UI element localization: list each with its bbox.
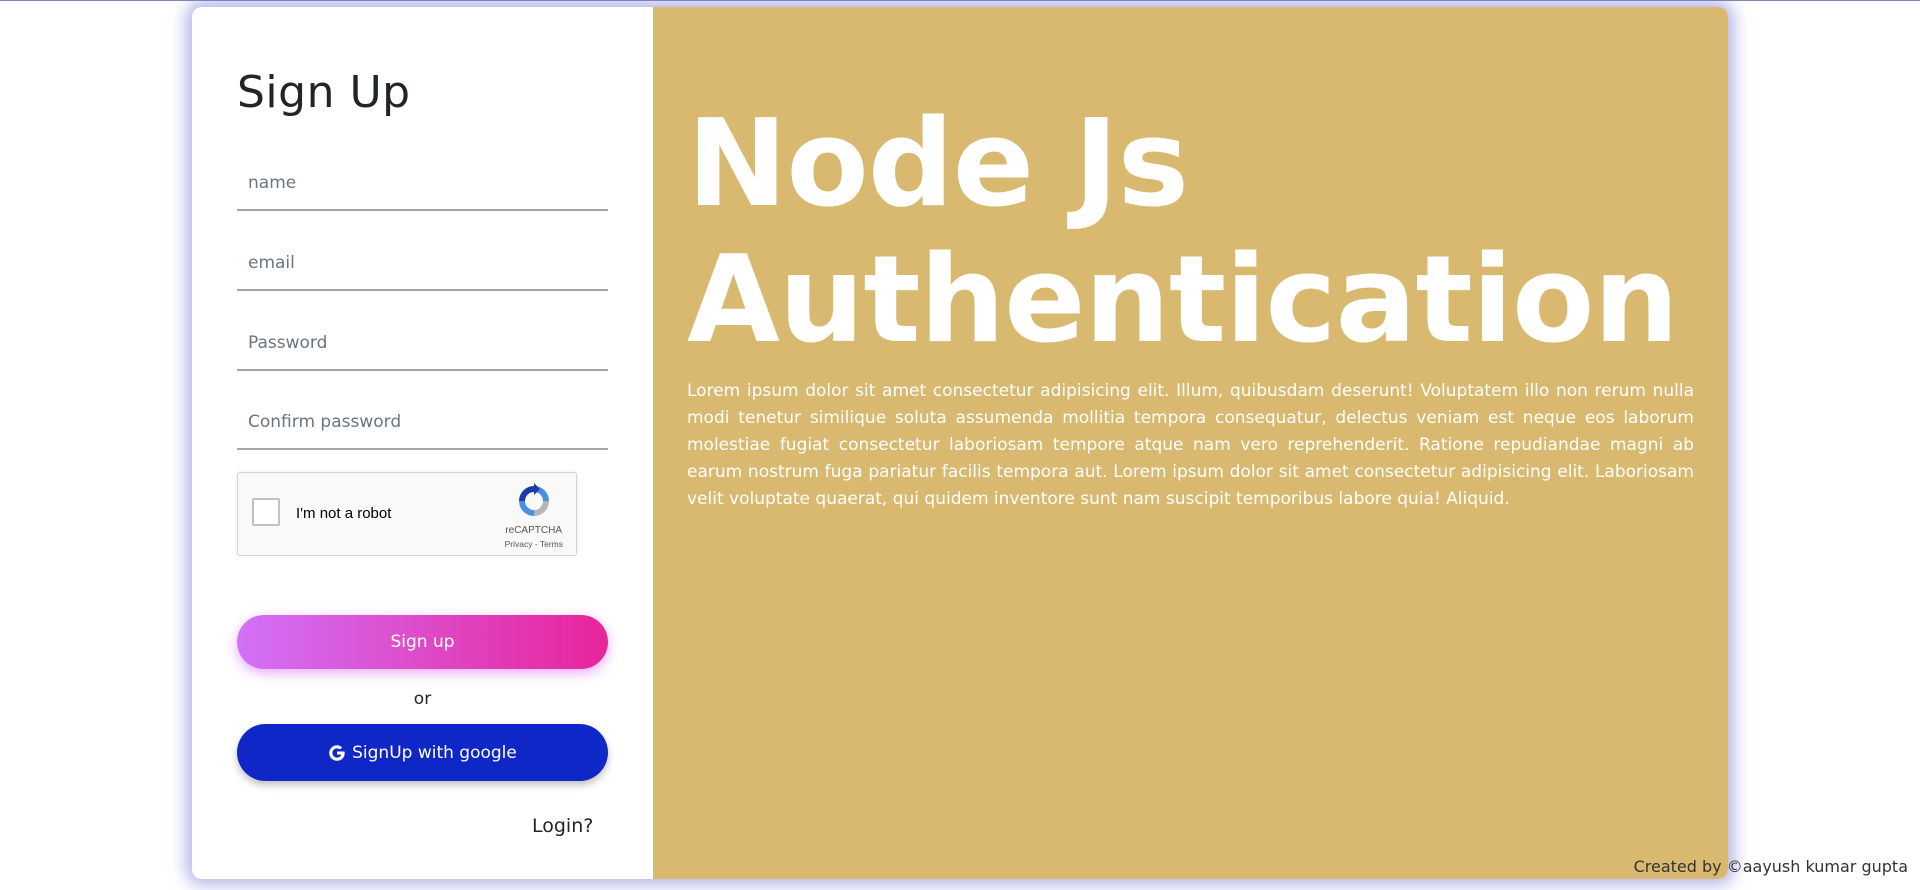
confirm-password-field-container (237, 396, 608, 450)
confirm-password-input[interactable] (237, 396, 608, 448)
name-input[interactable] (237, 157, 608, 209)
footer-credit: Created by ©aayush kumar gupta (1633, 857, 1908, 876)
login-link[interactable]: Login? (532, 815, 593, 837)
recaptcha-brand: reCAPTCHA (505, 525, 562, 536)
recaptcha-label: I'm not a robot (296, 505, 392, 522)
hero-heading: Node Js Authentication (687, 95, 1679, 370)
hero-heading-line-1: Node Js (687, 95, 1189, 234)
google-signup-button[interactable]: SignUp with google (237, 724, 608, 781)
top-border-line (0, 0, 1920, 1)
recaptcha-checkbox[interactable] (252, 498, 280, 526)
google-g-icon (329, 744, 345, 761)
hero-panel: Node Js Authentication Lorem ipsum dolor… (653, 7, 1728, 879)
recaptcha-links[interactable]: Privacy - Terms (505, 539, 563, 549)
password-input[interactable] (237, 317, 608, 369)
hero-description: Lorem ipsum dolor sit amet consectetur a… (687, 381, 1694, 509)
page-title: Sign Up (237, 67, 411, 118)
name-field-container (237, 157, 608, 211)
email-field-container (237, 237, 608, 291)
hero-heading-line-2: Authentication (687, 231, 1679, 370)
google-signup-label: SignUp with google (352, 742, 517, 763)
password-field-container (237, 317, 608, 371)
signup-form-panel: Sign Up I'm not a robot reCAPTCHA Privac… (192, 7, 653, 879)
or-divider-text: or (413, 689, 432, 709)
email-input[interactable] (237, 237, 608, 289)
recaptcha-widget: I'm not a robot reCAPTCHA Privacy - Term… (237, 472, 577, 556)
recaptcha-logo-icon (519, 483, 549, 516)
signup-button[interactable]: Sign up (237, 615, 608, 669)
signup-card: Sign Up I'm not a robot reCAPTCHA Privac… (192, 7, 1728, 879)
